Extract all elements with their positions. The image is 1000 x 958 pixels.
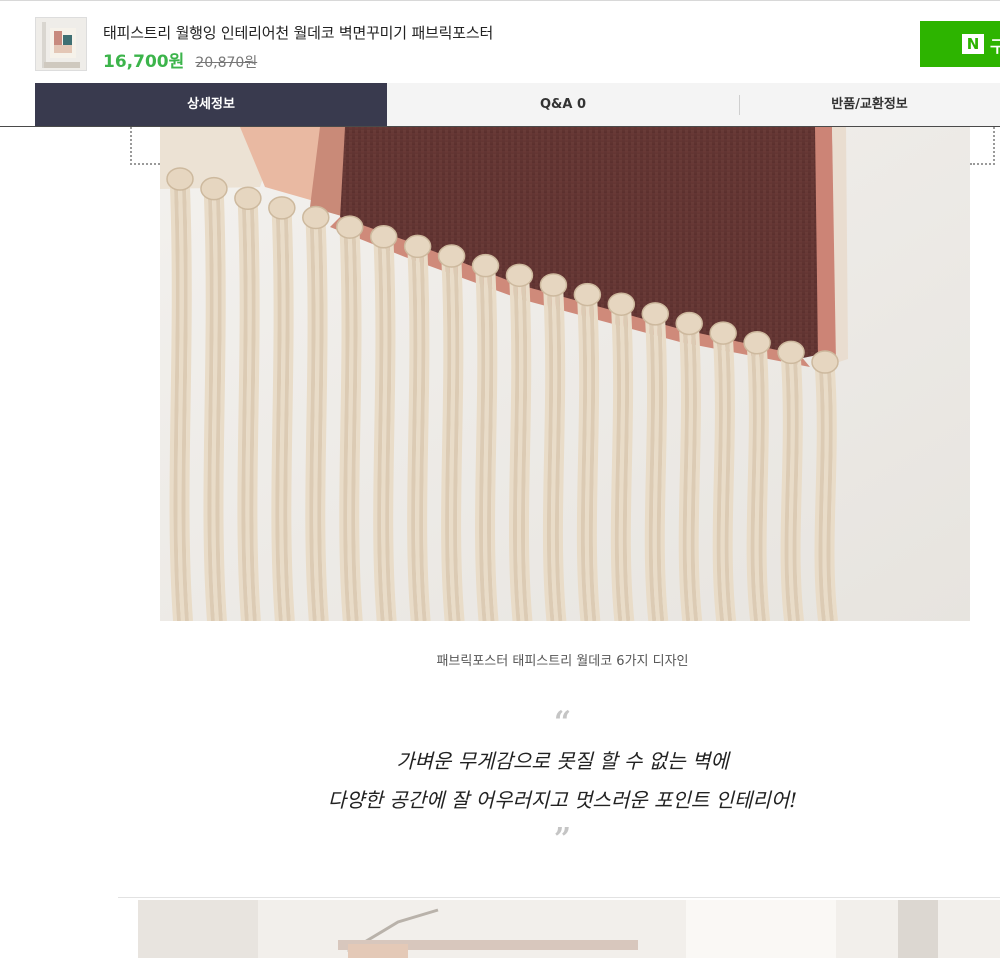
product-thumbnail[interactable]: [35, 17, 87, 71]
frame-dashed-edge-right: [970, 127, 995, 165]
sticky-product-header: 태피스트리 월행잉 인테리어천 월데코 벽면꾸미기 패브릭포스터 16,700원…: [0, 0, 1000, 83]
next-product-image: [138, 900, 1000, 958]
section-divider: [118, 897, 1000, 898]
npay-button-label: 구: [990, 37, 1000, 56]
frame-dashed-edge-left: [130, 127, 160, 165]
npay-logo-icon: N: [962, 34, 984, 54]
price-row: 16,700원 20,870원: [103, 47, 257, 72]
quote-line-1: 가벼운 무게감으로 못질 할 수 없는 벽에: [396, 749, 729, 773]
detail-tabs: 상세정보 Q&A 0 반품/교환정보: [35, 83, 1000, 127]
tab-qna[interactable]: Q&A 0: [387, 83, 739, 126]
npay-buy-button[interactable]: N 구: [920, 21, 1000, 67]
sale-price: 16,700원: [103, 52, 185, 72]
close-quote-icon: ”: [553, 822, 572, 857]
tab-detail-info[interactable]: 상세정보: [35, 83, 387, 126]
open-quote-icon: “: [553, 705, 572, 740]
product-detail-image: [160, 127, 970, 621]
quote-line-2: 다양한 공간에 잘 어우러지고 멋스러운 포인트 인테리어!: [327, 788, 798, 812]
image-caption: 패브릭포스터 태피스트리 월데코 6가지 디자인: [436, 654, 689, 669]
original-price: 20,870원: [195, 55, 258, 71]
product-title: 태피스트리 월행잉 인테리어천 월데코 벽면꾸미기 패브릭포스터: [103, 24, 494, 42]
tab-return-exchange[interactable]: 반품/교환정보: [739, 83, 1000, 126]
